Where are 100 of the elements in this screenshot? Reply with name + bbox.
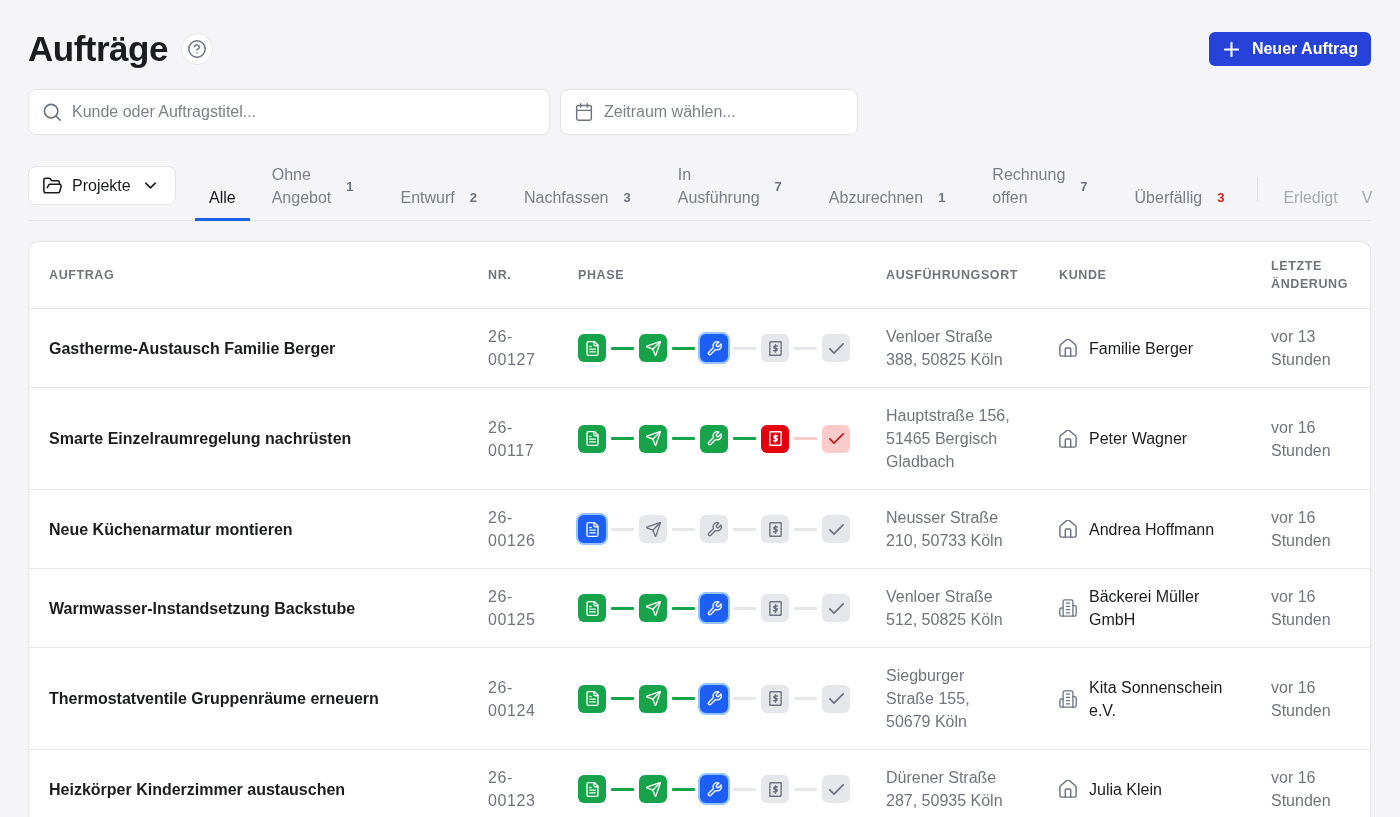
tab-count: 1: [346, 177, 354, 196]
address-text: Siegburger Straße 155, 50679 Köln: [886, 666, 971, 732]
filter-tab[interactable]: Überfällig 3: [1120, 186, 1239, 221]
updated-time: vor 16 Stunden: [1271, 587, 1332, 630]
search-field[interactable]: Kunde oder Auftragstitel...: [28, 89, 550, 135]
updated-time: vor 16 Stunden: [1271, 677, 1332, 721]
order-number: 26-00124: [488, 677, 537, 721]
tab-count: 7: [1080, 177, 1088, 196]
filter-tab[interactable]: Abzurechnen 1: [814, 186, 960, 221]
customer-name: Familie Berger: [1089, 338, 1194, 359]
paper-plane-icon: [639, 684, 667, 713]
plus-icon: [1223, 41, 1239, 57]
address-text: Dürener Straße 287, 50935 Köln: [886, 768, 1004, 811]
paper-plane-icon: [639, 594, 667, 622]
customer-name: Bäckerei Müller GmbH: [1089, 587, 1201, 630]
connector-line: [733, 437, 756, 440]
order-title: Gastherme-Austausch Familie Berger: [49, 338, 336, 359]
updated-time: vor 13 Stunden: [1271, 327, 1332, 370]
connector-line: [672, 606, 695, 610]
order-number: 26-00123: [488, 768, 537, 811]
customer-name: Julia Klein: [1089, 779, 1162, 800]
customer-name: Peter Wagner: [1089, 429, 1188, 449]
tab-count: 3: [623, 189, 631, 207]
check-icon: [822, 334, 850, 362]
column-header: KUNDE: [1059, 267, 1107, 284]
connector-line: [672, 697, 695, 700]
paper-plane-icon: [639, 424, 667, 453]
tab-count: 2: [469, 189, 477, 207]
connector-line: [672, 787, 695, 791]
connector-line: [611, 697, 634, 700]
filter-tab[interactable]: Nachfassen 3: [510, 186, 645, 221]
wrench-icon: [698, 592, 730, 624]
house-icon: [1059, 780, 1077, 798]
order-title: Thermostatventile Gruppenräume erneuern: [49, 689, 379, 709]
connector-line: [611, 606, 634, 610]
invoice-icon: [761, 684, 789, 713]
date-range-field[interactable]: Zeitraum wählen...: [560, 89, 858, 135]
house-icon: [1059, 429, 1077, 448]
invoice-icon: [761, 775, 789, 803]
wrench-icon: [700, 424, 728, 453]
document-icon: [578, 594, 606, 622]
wrench-icon: [698, 332, 730, 364]
filter-tab[interactable]: Entwurf 2: [386, 186, 491, 221]
order-title: Warmwasser-Instandsetzung Backstube: [49, 598, 356, 619]
building-icon: [1059, 599, 1077, 617]
updated-time: vor 16 Stunden: [1271, 768, 1332, 811]
document-icon: [578, 424, 606, 453]
tab-count: 1: [938, 189, 946, 207]
updated-time: vor 16 Stunden: [1271, 508, 1332, 551]
connector-line: [611, 346, 634, 350]
new-order-button[interactable]: Neuer Auftrag: [1208, 32, 1371, 66]
projects-dropdown[interactable]: Projekte: [28, 166, 176, 205]
column-header: AUFTRAG: [49, 267, 115, 284]
address-text: Venloer Straße 512, 50825 Köln: [886, 587, 1004, 630]
folder-icon: [43, 177, 62, 194]
column-header: LETZTE ÄNDERUNG: [1271, 258, 1350, 293]
paper-plane-icon: [639, 775, 667, 803]
check-icon: [822, 515, 850, 543]
column-header: PHASE: [578, 267, 625, 284]
column-header: AUSFÜHRUNGSORT: [886, 267, 1018, 284]
invoice-icon: [761, 424, 789, 453]
chevron-down-icon: [144, 182, 156, 189]
check-icon: [822, 424, 850, 453]
invoice-icon: [761, 594, 789, 622]
order-title: Heizkörper Kinderzimmer austauschen: [49, 779, 346, 800]
order-number: 26-00127: [488, 327, 537, 370]
document-icon: [576, 513, 608, 545]
order-number: 26-00117: [488, 417, 536, 461]
page-title: Aufträge: [28, 28, 168, 70]
address-text: Neusser Straße 210, 50733 Köln: [886, 508, 1004, 551]
paper-plane-icon: [639, 515, 667, 543]
filter-tab[interactable]: Alle: [195, 186, 250, 221]
document-icon: [578, 334, 606, 362]
address-text: Venloer Straße 388, 50825 Köln: [886, 327, 1004, 370]
help-icon[interactable]: [180, 33, 213, 65]
address-text: Hauptstraße 156, 51465 Bergisch Gladbach: [886, 406, 1011, 472]
invoice-icon: [761, 515, 789, 543]
customer-name: Andrea Hoffmann: [1089, 519, 1215, 540]
search-icon: [43, 103, 61, 121]
tab-count: 3: [1217, 189, 1225, 207]
building-icon: [1059, 689, 1077, 708]
check-icon: [822, 684, 850, 713]
column-header: NR.: [488, 267, 512, 284]
order-title: Smarte Einzelraumregelung nachrüsten: [49, 429, 352, 449]
check-icon: [822, 594, 850, 622]
updated-time: vor 16 Stunden: [1271, 417, 1332, 461]
tab-count: 7: [774, 177, 782, 196]
customer-name: Kita Sonnenschein e.V.: [1089, 677, 1224, 721]
document-icon: [578, 775, 606, 803]
document-icon: [578, 684, 606, 713]
connector-line: [611, 437, 634, 440]
order-title: Neue Küchenarmatur montieren: [49, 519, 293, 540]
connector-line: [672, 437, 695, 440]
connector-line: [672, 346, 695, 350]
check-icon: [822, 775, 850, 803]
connector-line: [611, 787, 634, 791]
invoice-icon: [761, 334, 789, 362]
house-icon: [1059, 339, 1077, 357]
wrench-icon: [698, 773, 730, 805]
connector-line: [794, 437, 817, 440]
